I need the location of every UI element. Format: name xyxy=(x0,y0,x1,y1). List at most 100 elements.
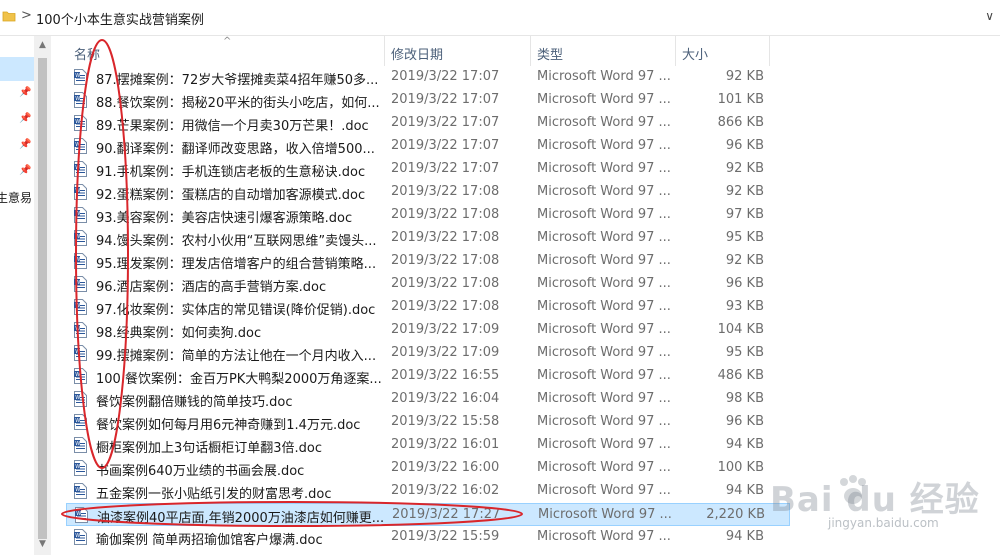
file-name: 95.理发案例：理发店倍增客户的组合营销策略... xyxy=(96,257,377,272)
file-type: Microsoft Word 97 ... xyxy=(537,483,671,498)
breadcrumb-separator[interactable]: > xyxy=(21,8,32,23)
file-type: Microsoft Word 97 ... xyxy=(537,322,671,337)
file-row[interactable]: W 97.化妆案例：实体店的常见错误(降价促销).doc 2019/3/22 17:… xyxy=(66,296,790,319)
file-modified-date: 2019/3/22 15:58 xyxy=(391,414,500,429)
pin-icon[interactable]: 📌 xyxy=(19,114,31,124)
file-type: Microsoft Word 97 ... xyxy=(537,115,671,130)
breadcrumb-current-folder[interactable]: 100个小本生意实战营销案例 xyxy=(36,9,204,28)
file-modified-date: 2019/3/22 17:08 xyxy=(391,276,500,291)
word-document-icon: W xyxy=(74,391,87,407)
svg-text:W: W xyxy=(75,142,80,148)
file-row[interactable]: W 书画案例640万业绩的书画会展.doc 2019/3/22 16:00 Micro… xyxy=(66,457,790,480)
file-modified-date: 2019/3/22 16:04 xyxy=(391,391,500,406)
svg-text:W: W xyxy=(75,96,80,102)
file-row[interactable]: W 餐饮案例如何每月用6元神奇赚到1.4万元.doc 2019/3/22 15:58… xyxy=(66,411,790,434)
file-size: 94 KB xyxy=(725,529,764,544)
file-row[interactable]: W 油漆案例40平店面,年销2000万油漆店如何赚更... 2019/3/22 17… xyxy=(66,503,790,526)
file-row[interactable]: W 98.经典案例：如何卖狗.doc 2019/3/22 17:09 Microsof… xyxy=(66,319,790,342)
svg-text:W: W xyxy=(75,257,80,263)
sort-ascending-icon: ^ xyxy=(223,36,232,47)
word-document-icon: W xyxy=(74,253,87,269)
file-row[interactable]: W 96.酒店案例：酒店的高手营销方案.doc 2019/3/22 17:08 Mic… xyxy=(66,273,790,296)
file-row[interactable]: W 95.理发案例：理发店倍增客户的组合营销策略... 2019/3/22 17:0… xyxy=(66,250,790,273)
file-row[interactable]: W 91.手机案例：手机连锁店老板的生意秘诀.doc 2019/3/22 17:07… xyxy=(66,158,790,181)
file-row[interactable]: W 橱柜案例加上3句话橱柜订单翻3倍.doc 2019/3/22 16:01 Micr… xyxy=(66,434,790,457)
svg-text:W: W xyxy=(75,73,80,79)
file-row[interactable]: W 100.餐饮案例：金百万PK大鸭梨2000万角逐案... 2019/3/22 1… xyxy=(66,365,790,388)
file-type: Microsoft Word 97 ... xyxy=(537,92,671,107)
file-modified-date: 2019/3/22 16:01 xyxy=(391,437,500,452)
file-row[interactable]: W 五金案例一张小贴纸引发的财富思考.doc 2019/3/22 16:02 Micr… xyxy=(66,480,790,503)
file-row[interactable]: W 89.芒果案例：用微信一个月卖30万芒果！.doc 2019/3/22 17:0… xyxy=(66,112,790,135)
column-divider[interactable] xyxy=(675,36,676,66)
pin-icon[interactable]: 📌 xyxy=(19,88,31,98)
scroll-down-arrow-icon[interactable]: ▼ xyxy=(34,539,51,551)
file-row[interactable]: W 93.美容案例：美容店快速引爆客源策略.doc 2019/3/22 17:08 M… xyxy=(66,204,790,227)
column-divider[interactable] xyxy=(530,36,531,66)
file-row[interactable]: W 92.蛋糕案例：蛋糕店的自动增加客源模式.doc 2019/3/22 17:08… xyxy=(66,181,790,204)
file-name: 油漆案例40平店面,年销2000万油漆店如何赚更... xyxy=(97,511,385,526)
file-type: Microsoft Word 97 ... xyxy=(537,207,671,222)
file-type: Microsoft Word 97 ... xyxy=(537,391,671,406)
watermark-logo-text: Bai du 经验 xyxy=(770,480,980,520)
file-type: Microsoft Word 97 ... xyxy=(537,368,671,383)
file-name: 五金案例一张小贴纸引发的财富思考.doc xyxy=(96,487,332,502)
file-modified-date: 2019/3/22 15:59 xyxy=(391,529,500,544)
word-document-icon: W xyxy=(74,276,87,292)
file-modified-date: 2019/3/22 17:08 xyxy=(391,230,500,245)
file-size: 96 KB xyxy=(725,276,764,291)
file-name: 89.芒果案例：用微信一个月卖30万芒果！.doc xyxy=(96,119,369,134)
chevron-down-icon[interactable]: ∨ xyxy=(985,9,994,23)
nav-selected-item[interactable] xyxy=(0,57,34,81)
address-bar[interactable]: > 100个小本生意实战营销案例 ∨ xyxy=(0,0,1000,36)
file-name: 88.餐饮案例：揭秘20平米的街头小吃店，如何... xyxy=(96,96,380,111)
column-header-size[interactable]: 大小 xyxy=(682,44,708,63)
file-size: 100 KB xyxy=(717,460,764,475)
svg-text:W: W xyxy=(75,349,80,355)
file-modified-date: 2019/3/22 16:02 xyxy=(391,483,500,498)
file-modified-date: 2019/3/22 17:09 xyxy=(391,322,500,337)
file-row[interactable]: W 瑜伽案例 简单两招瑜伽馆客户爆满.doc 2019/3/22 15:59 Micr… xyxy=(66,526,790,549)
file-size: 96 KB xyxy=(725,138,764,153)
file-modified-date: 2019/3/22 17:07 xyxy=(391,138,500,153)
scrollbar-thumb[interactable] xyxy=(38,58,47,539)
file-name: 100.餐饮案例：金百万PK大鸭梨2000万角逐案... xyxy=(96,372,382,387)
file-size: 94 KB xyxy=(725,437,764,452)
file-name: 餐饮案例翻倍赚钱的简单技巧.doc xyxy=(96,395,293,410)
column-divider[interactable] xyxy=(769,36,770,66)
file-type: Microsoft Word 97 ... xyxy=(537,345,671,360)
nav-scrollbar[interactable]: ▲ ▼ xyxy=(34,36,51,555)
svg-text:W: W xyxy=(75,165,80,171)
navigation-pane[interactable]: 📌 📌 📌 📌 生意易 xyxy=(0,36,34,555)
file-type: Microsoft Word 97 ... xyxy=(537,161,671,176)
column-header-row: ^ 名称 修改日期 类型 大小 xyxy=(51,36,1000,66)
file-row[interactable]: W 87.摆摊案例：72岁大爷摆摊卖菜4招年赚50多... 2019/3/22 17… xyxy=(66,66,790,89)
nav-item-label[interactable]: 生意易 xyxy=(0,189,32,206)
file-row[interactable]: W 99.摆摊案例：简单的方法让他在一个月内收入... 2019/3/22 17:0… xyxy=(66,342,790,365)
file-type: Microsoft Word 97 ... xyxy=(537,460,671,475)
pin-icon[interactable]: 📌 xyxy=(19,140,31,150)
file-type: Microsoft Word 97 ... xyxy=(537,138,671,153)
file-name: 92.蛋糕案例：蛋糕店的自动增加客源模式.doc xyxy=(96,188,366,203)
column-divider[interactable] xyxy=(384,36,385,66)
file-row[interactable]: W 94.馒头案例：农村小伙用“互联网思维”卖馒头... 2019/3/22 17:… xyxy=(66,227,790,250)
file-type: Microsoft Word 97 ... xyxy=(537,253,671,268)
file-modified-date: 2019/3/22 17:08 xyxy=(391,207,500,222)
file-type: Microsoft Word 97 ... xyxy=(537,184,671,199)
column-header-name[interactable]: 名称 xyxy=(74,44,100,63)
file-modified-date: 2019/3/22 16:55 xyxy=(391,368,500,383)
column-header-date[interactable]: 修改日期 xyxy=(391,44,443,63)
folder-icon xyxy=(2,11,16,22)
file-row[interactable]: W 90.翻译案例：翻译师改变思路，收入倍增500... 2019/3/22 17:… xyxy=(66,135,790,158)
file-name: 餐饮案例如何每月用6元神奇赚到1.4万元.doc xyxy=(96,418,361,433)
file-size: 95 KB xyxy=(725,230,764,245)
scroll-up-arrow-icon[interactable]: ▲ xyxy=(34,40,51,52)
svg-text:W: W xyxy=(75,119,80,125)
column-header-type[interactable]: 类型 xyxy=(537,44,563,63)
watermark-url: jingyan.baidu.com xyxy=(828,516,939,530)
file-row[interactable]: W 88.餐饮案例：揭秘20平米的街头小吃店，如何... 2019/3/22 17:… xyxy=(66,89,790,112)
word-document-icon: W xyxy=(74,529,87,545)
word-document-icon: W xyxy=(74,184,87,200)
file-row[interactable]: W 餐饮案例翻倍赚钱的简单技巧.doc 2019/3/22 16:04 Microso… xyxy=(66,388,790,411)
pin-icon[interactable]: 📌 xyxy=(19,166,31,176)
